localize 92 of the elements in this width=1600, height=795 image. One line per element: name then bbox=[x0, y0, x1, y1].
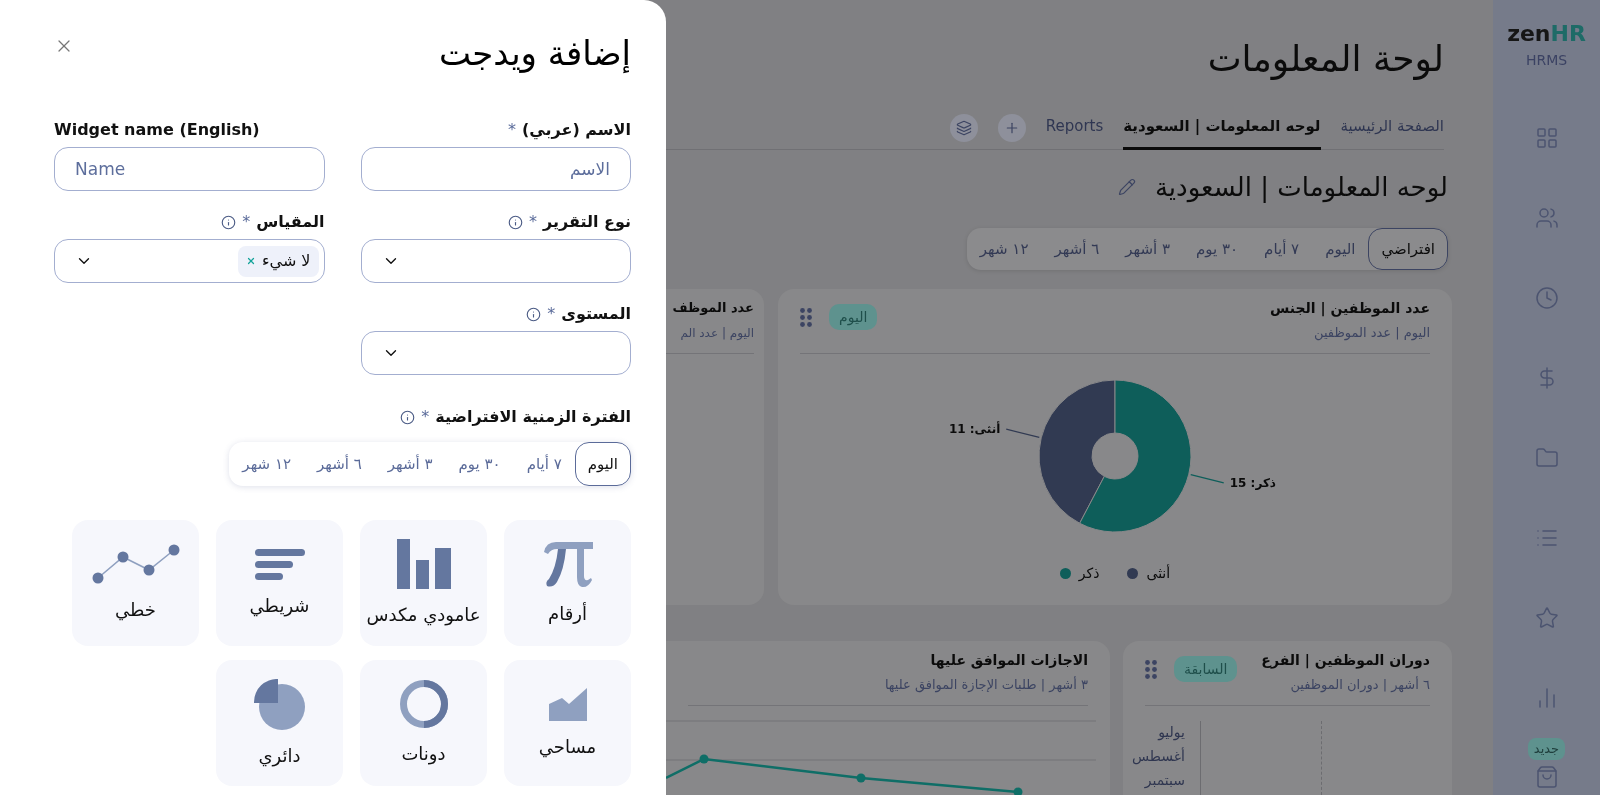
layers-button[interactable] bbox=[949, 113, 978, 142]
column-chart-icon bbox=[396, 539, 451, 589]
data-point bbox=[699, 754, 709, 764]
period-option[interactable]: ٣٠ يوم bbox=[445, 442, 514, 486]
chart-type-tile[interactable]: مساحي bbox=[504, 660, 631, 786]
info-icon[interactable] bbox=[400, 409, 416, 425]
chart-type-tile[interactable]: دائري bbox=[216, 660, 343, 786]
pi-icon bbox=[542, 540, 593, 588]
page-tab[interactable]: الصفحة الرئيسية bbox=[1340, 106, 1444, 150]
info-icon[interactable] bbox=[221, 214, 237, 230]
select-field[interactable] bbox=[360, 239, 631, 283]
select-field[interactable]: لا شيء bbox=[54, 239, 325, 283]
chart-type-tile[interactable]: شريطي bbox=[216, 520, 343, 646]
layers-icon[interactable] bbox=[955, 119, 972, 136]
filter-option[interactable]: افتراضي bbox=[1368, 228, 1448, 270]
page-title: لوحة المعلومات bbox=[1206, 37, 1445, 81]
page-tab[interactable]: لوحه المعلومات | السعودية bbox=[1123, 106, 1321, 150]
new-badge: جديد bbox=[1527, 738, 1566, 760]
pie-chart-icon bbox=[254, 678, 305, 730]
filter-option[interactable]: ١٢ شهر bbox=[966, 228, 1042, 270]
filter-option[interactable]: ٣ أشهر bbox=[1112, 228, 1183, 270]
line-chart-icon bbox=[91, 544, 180, 584]
period-badge: اليوم bbox=[829, 304, 878, 330]
page-tab[interactable]: Reports bbox=[1045, 106, 1104, 150]
axis-label: أغسطس bbox=[1131, 746, 1185, 766]
field-label: المقياس bbox=[256, 211, 325, 233]
bag-icon[interactable] bbox=[1534, 765, 1559, 789]
text-input[interactable]: الاسم bbox=[360, 147, 631, 191]
data-point bbox=[856, 773, 866, 783]
card-title: عدد الموظف bbox=[672, 299, 754, 317]
card-subtitle: ٦ أشهر | دوران الموظفين bbox=[1289, 675, 1430, 695]
star-icon[interactable] bbox=[1534, 606, 1559, 630]
data-label: ذكر: 15 bbox=[1229, 474, 1276, 492]
folder-icon[interactable] bbox=[1534, 446, 1559, 470]
card-title: الاجازات الموافق عليها bbox=[929, 651, 1088, 671]
card-subtitle: اليوم | عدد الموظفين bbox=[1313, 324, 1430, 343]
filter-option[interactable]: اليوم bbox=[1312, 228, 1369, 270]
required-mark: * bbox=[242, 211, 251, 233]
grid-icon[interactable] bbox=[1534, 126, 1559, 150]
period-option[interactable]: ٧ أيام bbox=[513, 442, 575, 486]
selected-chip[interactable]: لا شيء bbox=[238, 245, 319, 277]
card-subtitle: اليوم | عدد الم bbox=[679, 325, 754, 342]
period-badge: السابقة bbox=[1174, 656, 1238, 682]
bar-chart-icon bbox=[254, 548, 305, 580]
area-chart-icon bbox=[548, 687, 587, 721]
filter-option[interactable]: ٧ أيام bbox=[1251, 228, 1313, 270]
card-subtitle: ٣ أشهر | طلبات الإجازة الموافق عليها bbox=[884, 675, 1088, 695]
chart-type-tile[interactable]: خطي bbox=[72, 520, 199, 646]
panel-title: إضافة ويدجت bbox=[438, 32, 631, 75]
pencil-icon[interactable] bbox=[1117, 178, 1136, 196]
users-icon[interactable] bbox=[1534, 206, 1559, 230]
legend-label: أنثى bbox=[1146, 563, 1171, 583]
field-label: نوع التقرير bbox=[543, 211, 631, 233]
drag-handle-icon[interactable] bbox=[800, 307, 812, 327]
chart-type-tile[interactable]: عامودي مكدس bbox=[360, 520, 487, 646]
field-label: الفترة الزمنية الافتراضية bbox=[435, 406, 631, 428]
filter-option[interactable]: ٣٠ يوم bbox=[1183, 228, 1252, 270]
data-label: أنثى: 11 bbox=[948, 420, 1001, 439]
period-option[interactable]: ٣ أشهر bbox=[374, 442, 446, 486]
required-mark: * bbox=[508, 119, 517, 141]
filter-option[interactable]: ٦ أشهر bbox=[1041, 228, 1113, 270]
card-title: عدد الموظفين | الجنس bbox=[1270, 299, 1430, 319]
dashboard-heading: لوحه المعلومات | السعودية bbox=[1154, 171, 1448, 204]
info-icon[interactable] bbox=[508, 214, 523, 230]
period-option[interactable]: ٦ أشهر bbox=[304, 442, 375, 486]
legend-label: ذكر bbox=[1078, 564, 1100, 583]
required-mark: * bbox=[547, 303, 556, 325]
required-mark: * bbox=[421, 406, 430, 428]
required-mark: * bbox=[529, 211, 537, 233]
select-field[interactable] bbox=[360, 331, 631, 375]
period-option[interactable]: اليوم bbox=[574, 442, 631, 486]
add-tab-button[interactable] bbox=[997, 113, 1026, 142]
leader-line bbox=[1190, 474, 1225, 484]
chart-type-tile[interactable]: أرقام bbox=[504, 520, 631, 646]
chart-type-tile[interactable]: دونات bbox=[360, 660, 487, 786]
info-icon[interactable] bbox=[526, 306, 542, 322]
field-label: الاسم (عربي) bbox=[522, 119, 631, 141]
drag-handle-icon[interactable] bbox=[1145, 659, 1157, 679]
data-point bbox=[1013, 787, 1023, 795]
period-option[interactable]: ١٢ شهر bbox=[229, 442, 304, 486]
brand-subtitle: HRMS bbox=[1525, 51, 1568, 69]
field-label: المستوى bbox=[561, 303, 631, 325]
clock-icon[interactable] bbox=[1534, 286, 1559, 310]
brand-logo[interactable]: zenHR bbox=[1507, 21, 1586, 47]
card-title: دوران الموظفين | الفرع bbox=[1261, 651, 1430, 671]
remove-icon[interactable] bbox=[246, 256, 256, 266]
axis-label: يوليو bbox=[1158, 723, 1185, 742]
axis-label: سبتمبر bbox=[1144, 771, 1185, 790]
text-input[interactable]: Name bbox=[54, 147, 325, 191]
field-label: Widget name (English) bbox=[54, 119, 260, 141]
donut-chart-icon bbox=[399, 680, 448, 728]
leader-line bbox=[1005, 428, 1040, 438]
